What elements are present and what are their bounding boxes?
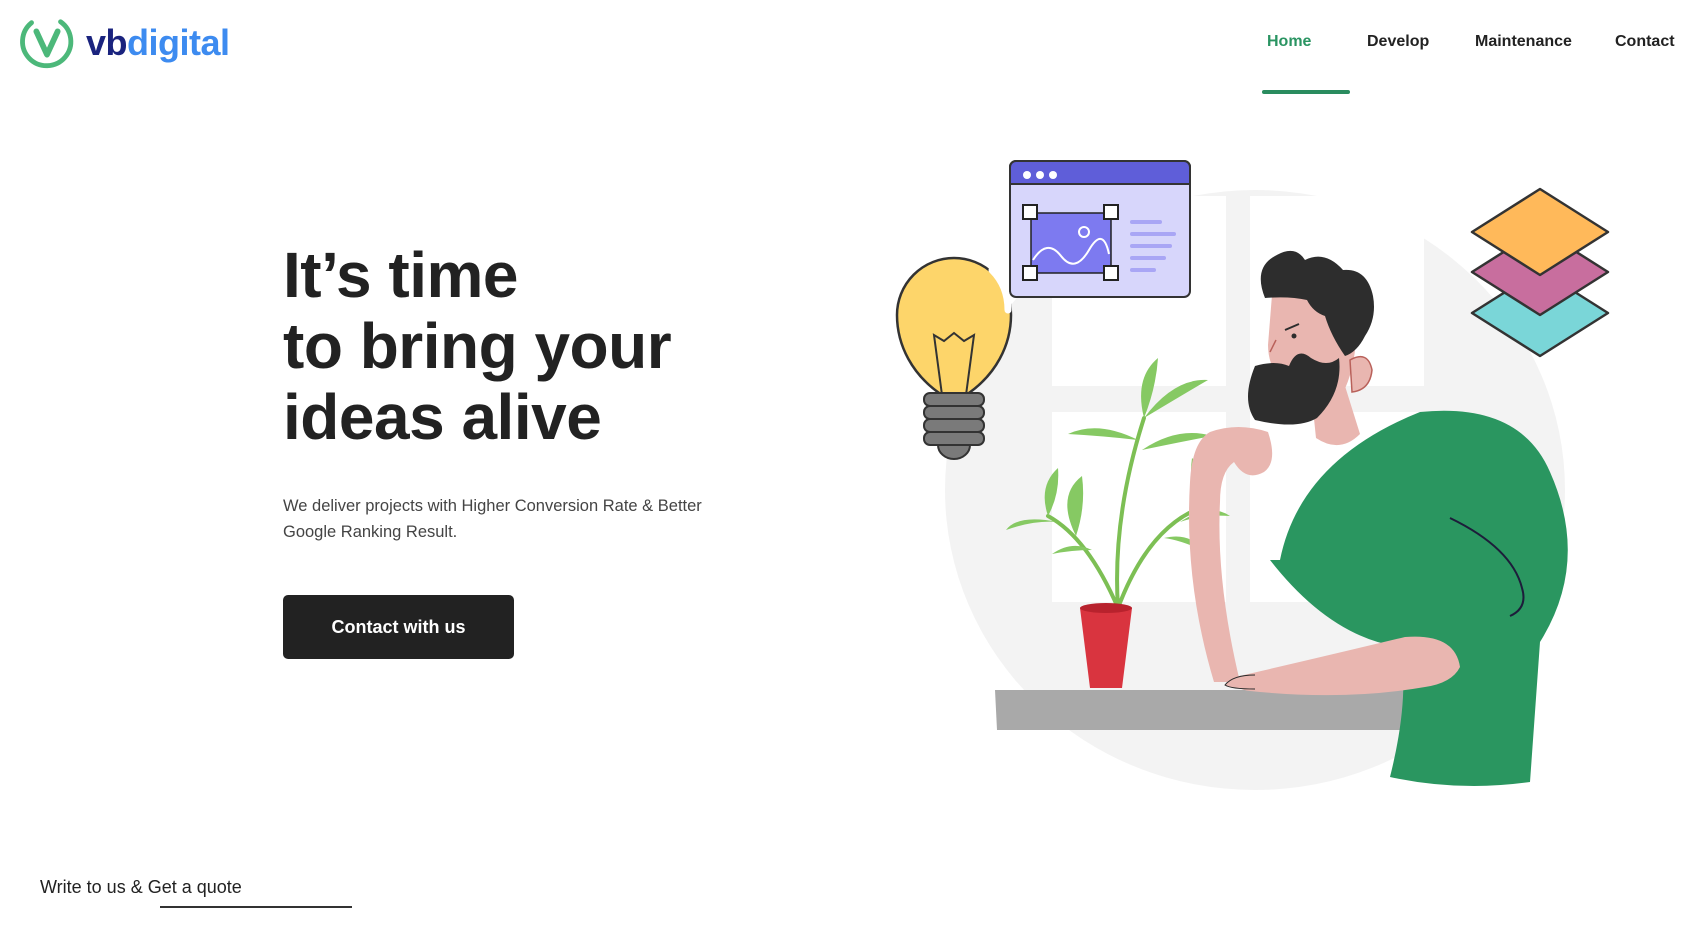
nav-item-develop[interactable]: Develop <box>1367 33 1429 51</box>
hero-title-line3: ideas alive <box>283 382 671 453</box>
logo-v-icon <box>20 19 74 69</box>
hero-illustration-svg <box>895 160 1610 790</box>
nav-active-indicator <box>1262 90 1350 94</box>
hero-subtitle: We deliver projects with Higher Conversi… <box>283 497 702 541</box>
hero-title-line1: It’s time <box>283 239 518 311</box>
hero-title-line2: to bring your <box>283 310 672 382</box>
desk-table <box>995 690 1420 730</box>
brand-name-part1: vb <box>86 22 128 63</box>
brand-name-part2: digital <box>127 22 230 63</box>
nav-item-contact[interactable]: Contact <box>1615 33 1675 51</box>
contact-with-us-button[interactable]: Contact with us <box>283 595 514 659</box>
hero-title-highlight: alive <box>461 381 602 453</box>
brand-name: vbdigital <box>86 25 230 61</box>
brand-logo[interactable]: vbdigital <box>18 14 230 72</box>
hero-title: It’s time to bring your ideas alive <box>283 239 672 453</box>
nav-item-home[interactable]: Home <box>1267 33 1311 51</box>
quote-underline <box>160 906 352 908</box>
write-to-us-link[interactable]: Write to us & Get a quote <box>40 877 242 898</box>
image-editor-window-icon <box>1009 160 1191 298</box>
nav-item-maintenance[interactable]: Maintenance <box>1475 33 1572 51</box>
hero-illustration <box>880 150 1620 810</box>
hero-title-line3-prefix: ideas <box>283 381 462 453</box>
